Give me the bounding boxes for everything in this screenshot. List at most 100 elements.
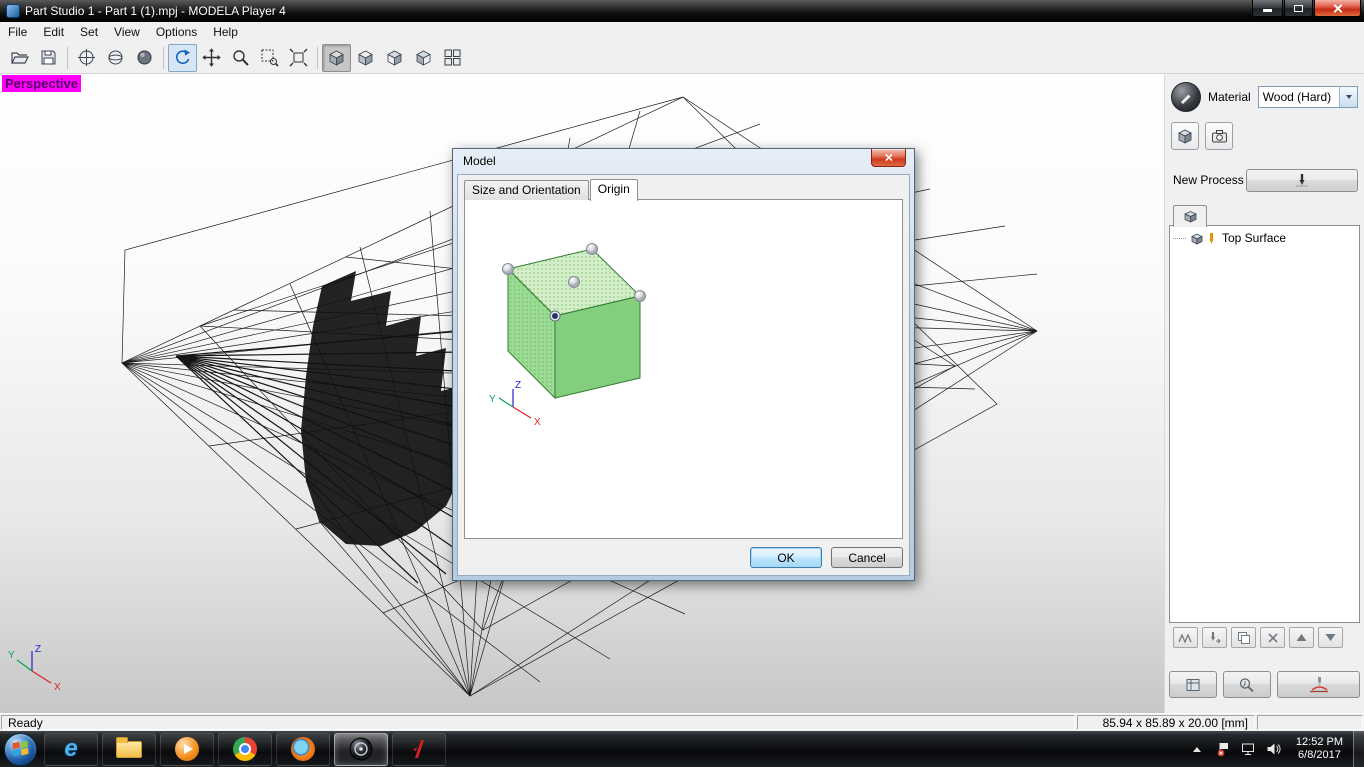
show-desktop-button[interactable] bbox=[1353, 731, 1364, 767]
statusbar-message: Ready bbox=[1, 715, 1075, 730]
network-icon[interactable] bbox=[1241, 742, 1256, 756]
open-folder-icon bbox=[11, 52, 29, 64]
volume-icon[interactable] bbox=[1266, 742, 1281, 756]
corner-grip[interactable] bbox=[502, 263, 514, 275]
toolbar-separator bbox=[317, 46, 318, 69]
view-perspective-button[interactable] bbox=[322, 43, 351, 72]
ok-button[interactable]: OK bbox=[750, 547, 822, 568]
taskbar-item-internet-explorer[interactable]: e bbox=[44, 732, 98, 766]
cube-icon bbox=[358, 50, 373, 66]
dialog-buttons: OK Cancel bbox=[750, 547, 903, 568]
statusbar-spacer bbox=[1257, 715, 1363, 730]
process-list-tab[interactable] bbox=[1173, 205, 1207, 227]
taskbar-clock[interactable]: 12:52 PM 6/8/2017 bbox=[1296, 736, 1343, 762]
edit-material-button[interactable] bbox=[1171, 82, 1201, 112]
menu-options[interactable]: Options bbox=[148, 22, 205, 42]
menu-help[interactable]: Help bbox=[205, 22, 246, 42]
windows-logo-icon bbox=[11, 740, 29, 757]
taskbar-item-explorer[interactable] bbox=[102, 732, 156, 766]
zoom-view-button[interactable] bbox=[226, 44, 255, 72]
origin-preview-panel[interactable]: Z Y X bbox=[464, 199, 903, 539]
view-quad-button[interactable] bbox=[438, 44, 467, 72]
sphere-shaded-icon bbox=[137, 50, 152, 65]
maximize-icon bbox=[1294, 4, 1303, 12]
check-toolpath-button[interactable] bbox=[1223, 671, 1271, 698]
corner-grip[interactable] bbox=[586, 243, 598, 255]
delete-process-button[interactable] bbox=[1260, 627, 1285, 648]
new-process-button[interactable] bbox=[1246, 168, 1358, 192]
toolpath-icon bbox=[1178, 633, 1192, 644]
preview-cutting-button[interactable] bbox=[1169, 671, 1217, 698]
maximize-button[interactable] bbox=[1284, 0, 1313, 17]
render-hidden-line-button[interactable] bbox=[101, 44, 130, 72]
viewport-axis-triad: Z Y X bbox=[8, 644, 61, 691]
action-center-flag-icon[interactable] bbox=[1216, 741, 1231, 757]
display-buttons-row bbox=[1171, 122, 1233, 150]
start-cutting-button[interactable] bbox=[1277, 671, 1360, 698]
camera-capture-button[interactable] bbox=[1205, 122, 1233, 150]
sphere-crosshair-icon bbox=[78, 49, 95, 66]
dialog-tabs: Size and Orientation Origin bbox=[464, 179, 639, 201]
copy-icon bbox=[1237, 631, 1250, 644]
dialog-title: Model bbox=[463, 154, 496, 168]
save-button[interactable] bbox=[34, 44, 63, 72]
cube-icon bbox=[387, 50, 402, 66]
corner-grip[interactable] bbox=[634, 290, 646, 302]
copy-process-button[interactable] bbox=[1231, 627, 1256, 648]
tab-size-and-orientation[interactable]: Size and Orientation bbox=[464, 180, 589, 200]
tab-origin[interactable]: Origin bbox=[589, 179, 638, 201]
taskbar-item-virtual-modela[interactable] bbox=[392, 732, 446, 766]
show-hidden-icons-button[interactable] bbox=[1192, 746, 1201, 752]
menu-edit[interactable]: Edit bbox=[35, 22, 72, 42]
media-player-icon bbox=[175, 737, 199, 761]
zoom-window-button[interactable] bbox=[255, 44, 284, 72]
render-shaded-button[interactable] bbox=[130, 44, 159, 72]
red-slash-icon bbox=[413, 740, 424, 758]
minimize-button[interactable] bbox=[1252, 0, 1283, 17]
taskbar-item-firefox[interactable] bbox=[276, 732, 330, 766]
taskbar-item-chrome[interactable] bbox=[218, 732, 272, 766]
tree-item-label: Top Surface bbox=[1222, 231, 1287, 245]
move-up-button[interactable] bbox=[1289, 627, 1314, 648]
menu-view[interactable]: View bbox=[106, 22, 148, 42]
dialog-close-button[interactable] bbox=[871, 149, 906, 167]
view-side-button[interactable] bbox=[409, 44, 438, 72]
rotate-view-button[interactable] bbox=[168, 43, 197, 72]
cutting-tool-icon bbox=[1296, 174, 1308, 187]
process-tree: Top Surface bbox=[1169, 225, 1360, 623]
dropdown-arrow-button[interactable] bbox=[1339, 87, 1357, 107]
view-top-button[interactable] bbox=[351, 44, 380, 72]
pan-view-button[interactable] bbox=[197, 44, 226, 72]
titlebar[interactable]: Part Studio 1 - Part 1 (1).mpj - MODELA … bbox=[0, 0, 1364, 22]
close-icon bbox=[1267, 632, 1278, 643]
cube-icon bbox=[1178, 129, 1192, 144]
tree-item-top-surface[interactable]: Top Surface bbox=[1170, 226, 1359, 245]
open-button[interactable] bbox=[5, 44, 34, 72]
model-dialog: Model Size and Orientation Origin Z Y X … bbox=[452, 148, 915, 581]
create-toolpath-button[interactable] bbox=[1173, 627, 1198, 648]
magnifier-tool-icon bbox=[1239, 677, 1254, 692]
render-wireframe-button[interactable] bbox=[72, 44, 101, 72]
start-button[interactable] bbox=[4, 732, 37, 766]
menu-set[interactable]: Set bbox=[72, 22, 106, 42]
model-view-button[interactable] bbox=[1171, 122, 1199, 150]
close-button[interactable] bbox=[1314, 0, 1361, 17]
move-down-button[interactable] bbox=[1318, 627, 1343, 648]
view-front-button[interactable] bbox=[380, 44, 409, 72]
folder-icon bbox=[116, 736, 142, 758]
center-grip[interactable] bbox=[568, 276, 580, 288]
arrow-down-icon bbox=[1325, 634, 1336, 641]
material-select[interactable]: Wood (Hard) bbox=[1257, 86, 1358, 108]
tool-edit-icon bbox=[1211, 632, 1221, 644]
toolbar bbox=[0, 42, 1364, 74]
fit-view-button[interactable] bbox=[284, 44, 313, 72]
taskbar-item-media-player[interactable] bbox=[160, 732, 214, 766]
menu-file[interactable]: File bbox=[0, 22, 35, 42]
origin-preview-cube: Z Y X bbox=[489, 243, 646, 428]
cancel-button[interactable]: Cancel bbox=[831, 547, 903, 568]
clock-time: 12:52 PM bbox=[1295, 736, 1343, 748]
pan-icon bbox=[202, 48, 221, 67]
edit-process-button[interactable] bbox=[1202, 627, 1227, 648]
menubar: File Edit Set View Options Help bbox=[0, 22, 1364, 42]
taskbar-item-modela-player[interactable] bbox=[334, 732, 388, 766]
